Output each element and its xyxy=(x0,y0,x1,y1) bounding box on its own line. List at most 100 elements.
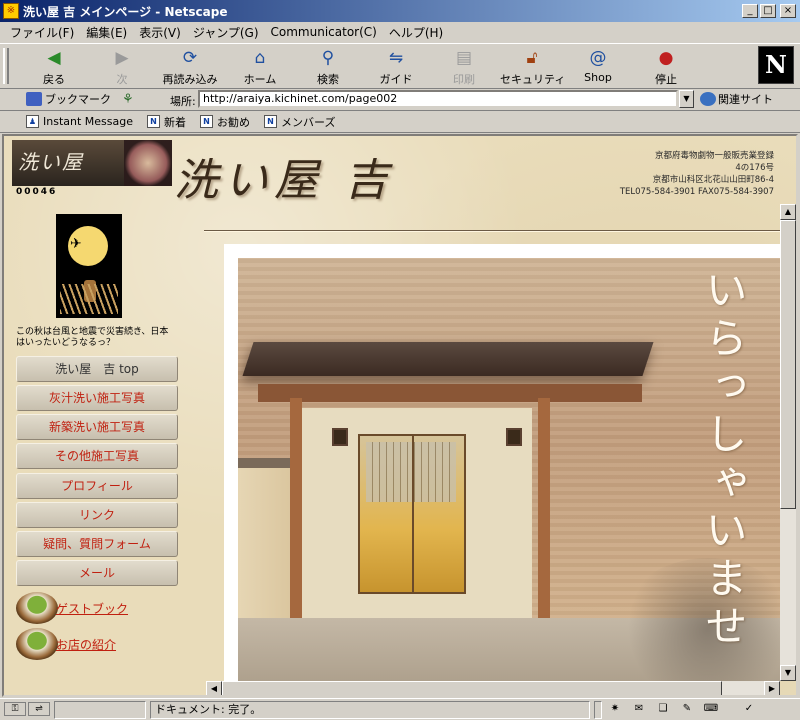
person-icon: ♟ xyxy=(26,115,39,128)
search-icon: ⚲ xyxy=(321,48,335,68)
nav-button-new-build-photos[interactable]: 新築洗い施工写真 xyxy=(16,414,178,440)
tea-cup-icon xyxy=(16,592,58,624)
shop-intro-item[interactable]: お店の紹介 xyxy=(16,628,116,660)
back-button[interactable]: ◀ 戻る xyxy=(22,46,86,88)
menu-view[interactable]: 表示(V) xyxy=(133,24,187,41)
title-bar: ※ 洗い屋 吉 メインページ - Netscape _ □ × xyxy=(0,0,800,22)
navigator-tray-icon[interactable]: ✷ xyxy=(606,702,624,716)
reload-icon: ⟳ xyxy=(182,48,198,68)
close-button[interactable]: × xyxy=(780,4,796,18)
vertical-scrollbar[interactable]: ▲ ▼ xyxy=(780,204,796,681)
printer-icon: ▤ xyxy=(455,48,473,68)
url-field[interactable]: http://araiya.kichinet.com/page002 xyxy=(198,90,678,108)
maximize-button[interactable]: □ xyxy=(760,4,776,18)
mail-tray-icon[interactable]: ✉ xyxy=(630,702,648,716)
bookmark-book-icon xyxy=(26,92,42,106)
fence-wall xyxy=(238,458,298,628)
tea-cup-icon xyxy=(16,628,58,660)
instant-message-link[interactable]: ♟ Instant Message xyxy=(26,115,133,128)
page-icon: N xyxy=(147,115,160,128)
visitor-counter: 00046 xyxy=(16,187,58,197)
location-label: 場所: xyxy=(170,95,196,108)
recommended-link[interactable]: N お勧め xyxy=(200,114,250,130)
stop-button[interactable]: ● 停止 xyxy=(634,46,698,88)
netscape-n-icon: N xyxy=(765,50,787,79)
app-icon: ※ xyxy=(3,3,19,19)
search-button[interactable]: ⚲ 検索 xyxy=(296,46,360,88)
related-sites-icon xyxy=(700,92,716,106)
whats-new-link[interactable]: N 新着 xyxy=(147,114,186,130)
toolbar-grip[interactable] xyxy=(3,48,9,84)
nav-button-question-form[interactable]: 疑問、質問フォーム xyxy=(16,531,178,557)
nav-button-mail[interactable]: メール xyxy=(16,560,178,586)
connection-status-icon: ⇌ xyxy=(28,702,50,716)
navigation-toolbar: ◀ 戻る ▶ 次 ⟳ 再読み込み ⌂ ホーム ⚲ 検索 ⇋ ガイド ▤ 印刷 🔓… xyxy=(0,43,800,89)
back-arrow-icon: ◀ xyxy=(47,48,61,68)
page-icon: N xyxy=(200,115,213,128)
lantern-icon xyxy=(332,428,348,446)
bird-icon: ✈︎ xyxy=(70,236,82,252)
shop-bag-icon: @ xyxy=(589,48,607,68)
scroll-up-arrow-icon[interactable]: ▲ xyxy=(780,204,796,220)
security-status-icon[interactable]: ⚿ xyxy=(4,702,26,716)
nav-button-aku-photos[interactable]: 灰汁洗い施工写真 xyxy=(16,385,178,411)
scroll-down-arrow-icon[interactable]: ▼ xyxy=(780,665,796,681)
composer-tray-icon[interactable]: ✎ xyxy=(678,702,696,716)
status-text: ドキュメント: 完了。 xyxy=(150,701,590,719)
scroll-right-arrow-icon[interactable]: ▶ xyxy=(764,681,780,695)
vertical-scroll-thumb[interactable] xyxy=(780,220,796,509)
wooden-post xyxy=(538,398,550,628)
shop-intro-link[interactable]: お店の紹介 xyxy=(56,636,116,653)
guide-signpost-icon: ⇋ xyxy=(388,48,404,68)
window-title: 洗い屋 吉 メインページ - Netscape xyxy=(23,4,228,19)
discussion-tray-icon[interactable]: ❑ xyxy=(654,702,672,716)
horizontal-scrollbar[interactable]: ◀ ▶ xyxy=(206,681,780,695)
bookmarks-button[interactable]: ブックマーク xyxy=(26,91,111,107)
nav-button-profile[interactable]: プロフィール xyxy=(16,473,178,499)
welcome-photo-frame: いらっしゃいませ xyxy=(224,244,780,695)
header-divider xyxy=(204,230,780,232)
page-icon: N xyxy=(264,115,277,128)
site-title: 洗い屋 吉 xyxy=(174,155,394,206)
lock-tray-icon[interactable]: ✓ xyxy=(740,702,758,716)
reload-button[interactable]: ⟳ 再読み込み xyxy=(158,46,222,88)
scroll-left-arrow-icon[interactable]: ◀ xyxy=(206,681,222,695)
home-button[interactable]: ⌂ ホーム xyxy=(228,46,292,88)
menu-communicator[interactable]: Communicator(C) xyxy=(265,25,383,39)
location-toolbar: ブックマーク ⚘ 場所: http://araiya.kichinet.com/… xyxy=(0,89,800,111)
menu-go[interactable]: ジャンプ(G) xyxy=(187,24,265,41)
traffic-light-stop-icon: ● xyxy=(658,48,674,68)
nav-button-top[interactable]: 洗い屋 吉 top xyxy=(16,356,178,382)
forward-arrow-icon: ▶ xyxy=(115,48,129,68)
related-sites-button[interactable]: 関連サイト xyxy=(700,91,773,107)
print-button[interactable]: ▤ 印刷 xyxy=(432,46,496,88)
license-info: 京都府毒物劇物一般販売業登録 4の176号 京都市山科区北花山山田町86-4 T… xyxy=(619,151,774,197)
shop-button[interactable]: @ Shop xyxy=(566,46,630,88)
url-history-dropdown[interactable]: ▼ xyxy=(679,90,694,108)
minimize-button[interactable]: _ xyxy=(742,4,758,18)
menu-edit[interactable]: 編集(E) xyxy=(80,24,133,41)
menu-bar: ファイル(F) 編集(E) 表示(V) ジャンプ(G) Communicator… xyxy=(0,22,800,42)
horizontal-scroll-thumb[interactable] xyxy=(222,681,722,695)
guestbook-link[interactable]: ゲストブック xyxy=(56,600,128,617)
forward-button[interactable]: ▶ 次 xyxy=(90,46,154,88)
members-link[interactable]: N メンバーズ xyxy=(264,114,335,130)
guestbook-item[interactable]: ゲストブック xyxy=(16,592,128,624)
page-proxy-icon[interactable]: ⚘ xyxy=(122,92,138,107)
page-content: 洗い屋 00046 洗い屋 吉 京都府毒物劇物一般販売業登録 4の176号 京都… xyxy=(2,134,798,697)
nav-button-links[interactable]: リンク xyxy=(16,502,178,528)
lantern-icon xyxy=(506,428,522,446)
netscape-logo[interactable]: N xyxy=(758,46,794,84)
site-banner[interactable]: 洗い屋 xyxy=(12,140,172,186)
banner-text: 洗い屋 xyxy=(18,150,84,174)
wooden-post xyxy=(290,398,302,628)
menu-file[interactable]: ファイル(F) xyxy=(4,24,80,41)
security-button[interactable]: 🔓︎ セキュリティ xyxy=(500,46,565,88)
pampas-grass-image xyxy=(60,284,118,314)
keyboard-tray-icon[interactable]: ⌨ xyxy=(702,702,720,716)
menu-help[interactable]: ヘルプ(H) xyxy=(383,24,449,41)
guide-button[interactable]: ⇋ ガイド xyxy=(364,46,428,88)
autumn-moon-image: ✈︎ xyxy=(56,214,122,318)
season-caption: この秋は台風と地震で災害続き、日本はいったいどうなるっ？ xyxy=(16,327,169,348)
nav-button-other-photos[interactable]: その他施工写真 xyxy=(16,443,178,469)
